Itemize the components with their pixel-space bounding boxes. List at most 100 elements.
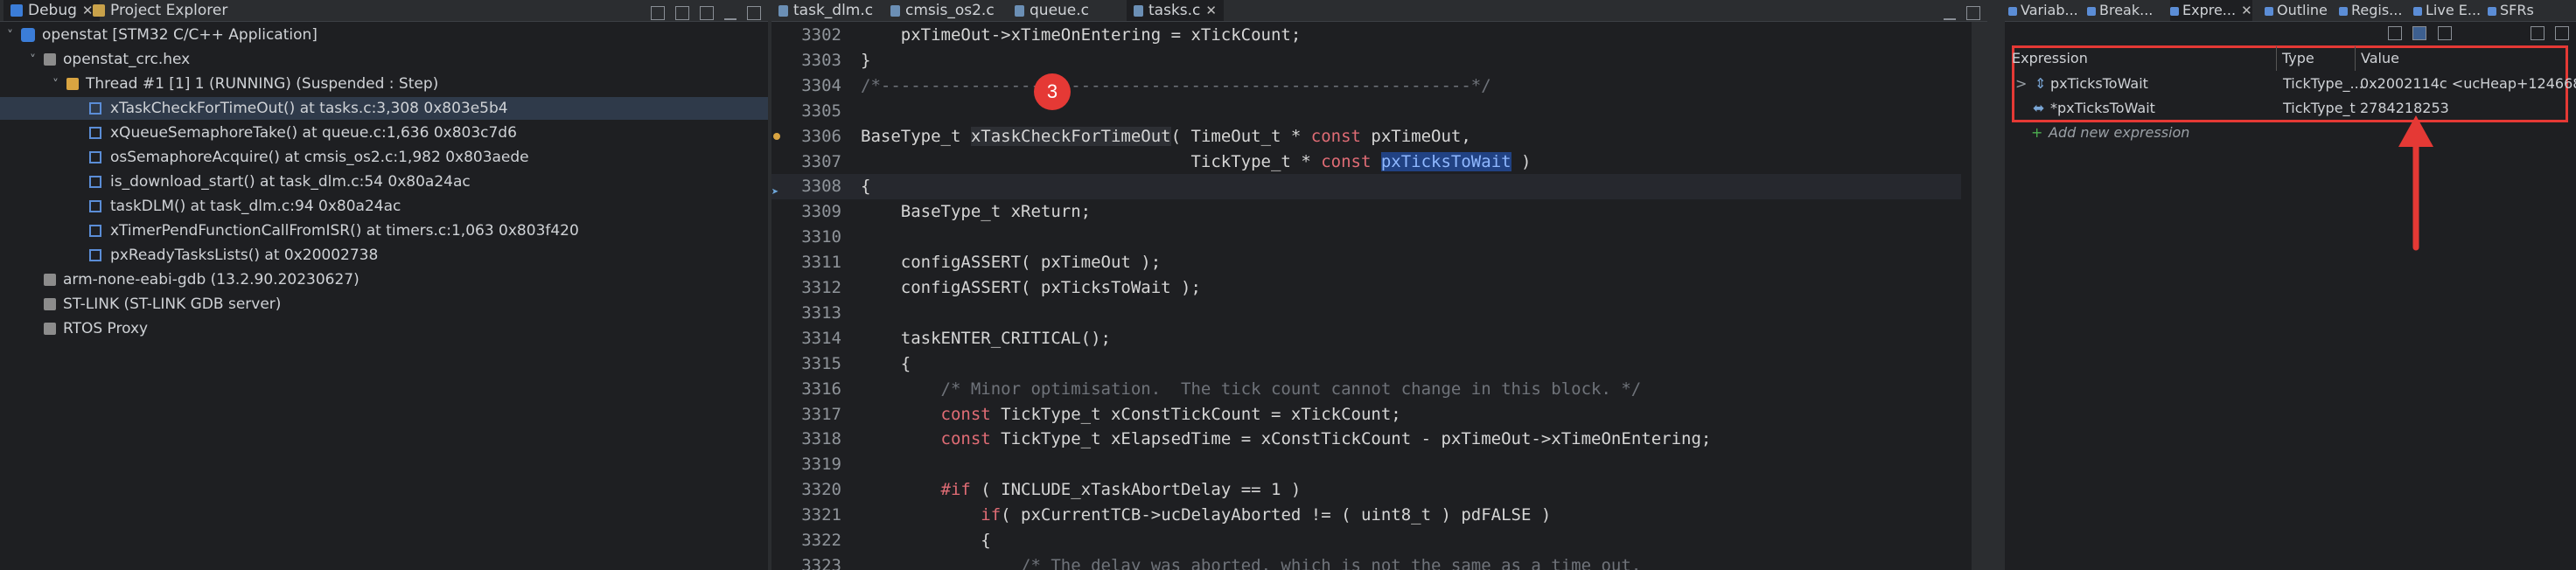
code-text: /* Minor optimisation. The tick count ca… — [861, 377, 1642, 402]
add-new-expression-label: Add new expression — [2049, 124, 2190, 141]
tab-debug[interactable]: Debug ✕ — [3, 0, 101, 21]
view-icon — [2087, 6, 2096, 16]
code-line: 3304 /*----------------------------------… — [771, 73, 1961, 99]
expression-row[interactable]: > ⇕ pxTicksToWait TickType_... 0x2002114… — [2005, 72, 2576, 96]
close-icon[interactable]: ✕ — [82, 3, 94, 18]
chevron-down-icon[interactable]: ˅ — [52, 73, 66, 96]
tab-project-explorer[interactable]: Project Explorer — [93, 0, 227, 21]
chevron-down-icon[interactable]: ˅ — [7, 24, 21, 47]
tab-regis[interactable]: Regis... — [2339, 0, 2402, 21]
tree-item[interactable]: xTaskCheckForTimeOut() at tasks.c:3,308 … — [0, 97, 768, 120]
code-token: ( TimeOut_t * — [1170, 126, 1311, 146]
tab-cmsis-os2[interactable]: cmsis_os2.c — [890, 0, 995, 21]
remove-icon[interactable] — [2485, 27, 2497, 39]
col-value[interactable]: Value — [2355, 46, 2399, 71]
expression-row[interactable]: ⬌ *pxTicksToWait TickType_t 2784218253 — [2005, 96, 2576, 121]
tree-item[interactable]: taskDLM() at task_dlm.c:94 0x80a24ac — [0, 195, 768, 218]
close-icon[interactable]: ✕ — [1205, 3, 1217, 18]
tree-item[interactable]: pxReadyTasksLists() at 0x20002738 — [0, 244, 768, 267]
code-token: BaseType_t — [861, 126, 971, 146]
tab-outline[interactable]: Outline — [2265, 0, 2328, 21]
line-number: 3320 — [801, 480, 841, 500]
editor-scrollbar[interactable] — [1972, 22, 1987, 570]
tree-item-label: arm-none-eabi-gdb (13.2.90.20230627) — [63, 271, 360, 288]
code-line: 3311 configASSERT( pxTimeOut ); — [771, 250, 1961, 275]
code-text: const TickType_t xElapsedTime = xConstTi… — [861, 427, 1712, 452]
tab-task-dlm-label: task_dlm.c — [793, 2, 874, 19]
tab-break[interactable]: Break... — [2087, 0, 2153, 21]
expand-chevron-icon[interactable]: > — [2015, 72, 2027, 96]
line-number: 3304 — [801, 75, 841, 95]
code-line: 3305 — [771, 99, 1961, 124]
view-icon — [2488, 6, 2496, 16]
tree-item[interactable]: xTimerPendFunctionCallFromISR() at timer… — [0, 219, 768, 242]
code-line: 3322 { — [771, 528, 1961, 553]
tab-variab[interactable]: Variab... — [2008, 0, 2078, 21]
code-token: /*--------------------------------------… — [861, 75, 1491, 95]
add-new-expression[interactable]: + Add new expression — [2005, 121, 2576, 145]
step-badge: 3 — [1034, 73, 1071, 110]
close-icon[interactable]: ✕ — [2241, 3, 2252, 18]
col-expression[interactable]: Expression — [2012, 46, 2088, 71]
tab-queue[interactable]: queue.c — [1015, 0, 1089, 21]
code-token: #if — [940, 480, 971, 500]
tree-item[interactable]: arm-none-eabi-gdb (13.2.90.20230627) — [0, 268, 768, 291]
tree-item[interactable]: ˅ openstat_crc.hex — [0, 48, 768, 71]
chevron-down-icon[interactable]: ˅ — [30, 49, 44, 72]
line-number: 3323 — [801, 555, 841, 570]
tab-livee[interactable]: Live E... — [2413, 0, 2481, 21]
layout-icon[interactable] — [2412, 25, 2427, 40]
debug-bug-icon — [10, 4, 23, 17]
tab-sfrs[interactable]: SFRs — [2488, 0, 2534, 21]
debug-tree: ˅ openstat [STM32 C/C++ Application] ˅ open… — [0, 23, 768, 570]
app-icon — [21, 28, 35, 42]
tab-task-dlm[interactable]: task_dlm.c — [778, 0, 873, 21]
code-text: /*--------------------------------------… — [861, 73, 1491, 99]
code-token: pxTimeOut, — [1360, 126, 1471, 146]
add-icon[interactable] — [2462, 27, 2475, 39]
code-line: 3319 — [771, 452, 1961, 477]
code-line: 3317 const TickType_t xConstTickCount = … — [771, 402, 1961, 428]
editor-toolbar — [1937, 3, 1980, 20]
code-text: pxTimeOut->xTimeOnEntering = xTickCount; — [861, 23, 1302, 48]
tree-item[interactable]: ˅ Thread #1 [1] 1 (RUNNING) (Suspended : … — [0, 73, 768, 95]
expressions-panel: Variab... Break... Expre... ✕ Outline Regis..… — [2005, 0, 2576, 570]
minimize-icon[interactable] — [723, 6, 736, 20]
line-number: 3302 — [801, 25, 841, 45]
tree-item[interactable]: ˅ openstat [STM32 C/C++ Application] — [0, 24, 768, 46]
collapse-icon[interactable] — [2437, 25, 2452, 40]
process-icon — [44, 274, 56, 286]
layout-menu-icon[interactable] — [2555, 25, 2569, 40]
maximize-icon[interactable] — [1966, 5, 1980, 20]
maximize-icon[interactable] — [747, 5, 761, 20]
code-area[interactable]: 3302 pxTimeOut->xTimeOnEntering = xTickC… — [771, 22, 1979, 570]
tree-item[interactable]: is_download_start() at task_dlm.c:54 0x8… — [0, 170, 768, 193]
tree-item[interactable]: xQueueSemaphoreTake() at queue.c:1,636 0… — [0, 122, 768, 144]
tree-item-label: openstat_crc.hex — [63, 51, 191, 68]
view-menu-icon[interactable] — [699, 5, 714, 20]
show-type-names-icon[interactable] — [2388, 25, 2403, 40]
line-number: 3313 — [801, 302, 841, 323]
tree-item-label: is_download_start() at task_dlm.c:54 0x8… — [110, 173, 471, 191]
tree-item[interactable]: osSemaphoreAcquire() at cmsis_os2.c:1,98… — [0, 146, 768, 169]
tree-item[interactable]: ST-LINK (ST-LINK GDB server) — [0, 293, 768, 316]
code-token: ( INCLUDE_xTaskAbortDelay == 1 ) — [970, 480, 1302, 500]
stack-frame-icon — [89, 127, 101, 139]
stack-frame-icon — [89, 102, 101, 115]
code-text: const TickType_t xConstTickCount = xTick… — [861, 402, 1401, 428]
tab-expre[interactable]: Expre... ✕ — [2170, 0, 2252, 21]
collapse-all-icon[interactable] — [650, 5, 665, 20]
expressions-header: Expression Type Value — [2005, 46, 2576, 71]
remove-all-icon[interactable] — [2508, 27, 2520, 39]
col-type[interactable]: Type — [2276, 46, 2314, 71]
minimize-icon[interactable] — [1943, 6, 1956, 20]
code-token: { — [861, 177, 871, 197]
tab-tasks[interactable]: tasks.c ✕ — [1127, 0, 1224, 21]
view-menu-icon[interactable] — [2530, 25, 2545, 40]
panel-divider-right[interactable] — [1987, 0, 2005, 570]
tree-item[interactable]: RTOS Proxy — [0, 317, 768, 340]
tree-item-label: openstat [STM32 C/C++ Application] — [42, 26, 318, 44]
remove-terminated-icon[interactable] — [674, 5, 689, 20]
breakpoint-marker-icon[interactable] — [773, 132, 780, 140]
